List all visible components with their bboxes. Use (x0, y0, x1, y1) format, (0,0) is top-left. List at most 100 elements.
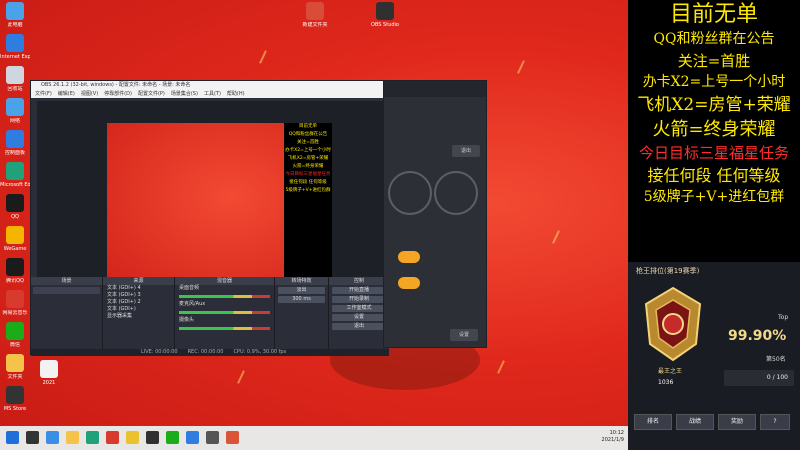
scenes-dock[interactable]: 场景 (31, 277, 103, 356)
desktop-icon[interactable]: 此电脑 (0, 2, 30, 36)
record-button[interactable]: 战绩 (676, 414, 714, 430)
source-item[interactable]: 文本 (GDI+) 3 (103, 292, 174, 299)
taskbar-app-icon[interactable] (226, 431, 239, 444)
desktop-icon[interactable]: 2021 (34, 360, 64, 394)
app-icon (6, 386, 24, 404)
assistant-app-window[interactable]: 退出 设置 (383, 80, 487, 348)
control-button[interactable]: 开始录制 (332, 296, 386, 303)
control-button[interactable]: 工作室模式 (332, 305, 386, 312)
desktop-icon-label: 网络 (9, 118, 20, 124)
taskbar-app-icon[interactable] (86, 431, 99, 444)
app-icon (6, 258, 24, 276)
mixer-channel-label: 摄像头 (179, 317, 195, 323)
menu-item[interactable]: 场景集合(S) (171, 91, 198, 97)
desktop-icon-label: 2021 (42, 380, 56, 386)
scenes-header: 场景 (31, 277, 102, 285)
obs-window[interactable]: OBS 26.1.2 (32-bit, windows) - 配置文件: 未命名… (30, 80, 389, 356)
scene-item[interactable] (33, 287, 100, 294)
mixer-dock[interactable]: 混音器 桌面音频 麦克风/Aux 摄像头 (175, 277, 275, 356)
desktop-icon[interactable]: 回收站 (0, 66, 30, 100)
desktop-icon-label: 控制面板 (4, 150, 25, 156)
taskbar-app-icon[interactable] (166, 431, 179, 444)
rank-name: 最王之王 (658, 368, 683, 375)
menu-item[interactable]: 编辑(E) (58, 91, 75, 97)
nested-preview: 目前无单 QQ和粉丝群在公告 关注=首胜 办卡X2=上号一个小时 飞机X2=房管+荣耀火… (107, 123, 332, 287)
help-button[interactable]: ? (760, 414, 790, 430)
menu-item[interactable]: 配置文件(P) (138, 91, 165, 97)
control-button[interactable]: 开始直播 (332, 287, 386, 294)
desktop-icon[interactable]: 控制面板 (0, 130, 30, 164)
nested-overlay-line: 关注=首胜 (297, 140, 319, 145)
controls-dock[interactable]: 控制 开始直播 开始录制 工作室模式 设置 退出 (329, 277, 389, 356)
app-icon (6, 226, 24, 244)
taskbar-date: 2021/1/9 (601, 437, 624, 443)
rank-up-circle[interactable] (388, 171, 432, 215)
toggle-pill[interactable] (398, 277, 420, 289)
app-icon (6, 162, 24, 180)
desktop-icon[interactable]: OBS Studio (370, 2, 400, 38)
nested-overlay-line: 接任何段 任何等级 (289, 180, 327, 185)
app-icon (6, 66, 24, 84)
desktop-icon[interactable]: WeGame (0, 226, 30, 260)
taskbar-app-icon[interactable] (206, 431, 219, 444)
desktop-icon[interactable]: QQ (0, 194, 30, 228)
desktop-icon-label: Internet Explorer (0, 54, 30, 60)
overlay-line: 今日目标三星福星任务 (638, 144, 789, 162)
desktop-icon-label: 新建文件夹 (302, 22, 328, 28)
desktop-icon[interactable]: 微信 (0, 322, 30, 356)
desktop-icon[interactable]: Internet Explorer (0, 34, 30, 68)
transition-select[interactable]: 淡出 (278, 287, 325, 294)
sources-dock[interactable]: 来源 文本 (GDI+) 4 文本 (GDI+) 3 文本 (GDI+) 2 文本 (… (103, 277, 175, 356)
control-button[interactable]: 设置 (332, 314, 386, 321)
app-icon (6, 130, 24, 148)
source-item[interactable]: 文本 (GDI+) 4 (103, 285, 174, 292)
nested-overlay-line: 火箭=终身荣耀 (292, 164, 324, 169)
taskbar: 10:12 2021/1/9 (0, 426, 628, 450)
app-icon (6, 322, 24, 340)
skill-circle[interactable] (434, 171, 478, 215)
ranking-button[interactable]: 排名 (634, 414, 672, 430)
desktop-icon[interactable]: MS Store (0, 386, 30, 420)
quit-button[interactable]: 退出 (452, 145, 480, 157)
desktop-icon[interactable]: 网络 (0, 98, 30, 132)
taskbar-app-icon[interactable] (26, 431, 39, 444)
taskbar-app-icon[interactable] (106, 431, 119, 444)
taskbar-app-icon[interactable] (46, 431, 59, 444)
menu-item[interactable]: 工具(T) (204, 91, 221, 97)
desktop-icon[interactable]: Microsoft Edge (0, 162, 30, 196)
status-text: CPU: 0.9%, 30.00 fps (233, 349, 287, 355)
taskbar-app-icon[interactable] (66, 431, 79, 444)
source-item[interactable]: 文本 (GDI+) 2 (103, 299, 174, 306)
rank-card: 枪王排位(第19赛季) Top 99.90% 第50名 0 / 100 最王之王… (628, 262, 800, 450)
desktop-icon[interactable]: 腾讯QQ (0, 258, 30, 292)
desktop-icon[interactable]: 文件夹 (0, 354, 30, 388)
status-text: LIVE: 00:00:00 (141, 349, 178, 355)
app-icon (306, 2, 324, 20)
taskbar-app-icon[interactable] (186, 431, 199, 444)
obs-titlebar[interactable]: OBS 26.1.2 (32-bit, windows) - 配置文件: 未命名… (31, 81, 387, 90)
wallpaper-streak (552, 230, 560, 244)
rank-points: 1036 (658, 379, 674, 386)
transition-duration[interactable]: 300 ms (278, 296, 325, 303)
wallpaper-streak (237, 370, 245, 384)
control-button[interactable]: 退出 (332, 323, 386, 330)
rank-percent: 99.90% (728, 328, 787, 344)
desktop-icon-label: Microsoft Edge (0, 182, 30, 188)
desktop-icon[interactable]: 新建文件夹 (300, 2, 330, 38)
settings-button[interactable]: 设置 (450, 329, 478, 341)
taskbar-app-icon[interactable] (6, 431, 19, 444)
toggle-pill[interactable] (398, 251, 420, 263)
desktop-icon[interactable]: 网易云音乐 (0, 290, 30, 324)
menu-item[interactable]: 视图(V) (81, 91, 98, 97)
menu-item[interactable]: 文件(F) (35, 91, 52, 97)
menu-item[interactable]: 帮助(H) (227, 91, 245, 97)
taskbar-clock[interactable]: 10:12 2021/1/9 (602, 430, 624, 444)
source-item[interactable]: 文本 (GDI+) (103, 306, 174, 313)
rank-card-title: 枪王排位(第19赛季) (636, 267, 700, 275)
taskbar-app-icon[interactable] (126, 431, 139, 444)
reward-button[interactable]: 奖励 (718, 414, 756, 430)
transitions-dock[interactable]: 转场特效 淡出 300 ms (275, 277, 329, 356)
menu-item[interactable]: 停靠部件(D) (104, 91, 132, 97)
taskbar-app-icon[interactable] (146, 431, 159, 444)
source-item[interactable]: 显示器采集 (103, 313, 174, 320)
